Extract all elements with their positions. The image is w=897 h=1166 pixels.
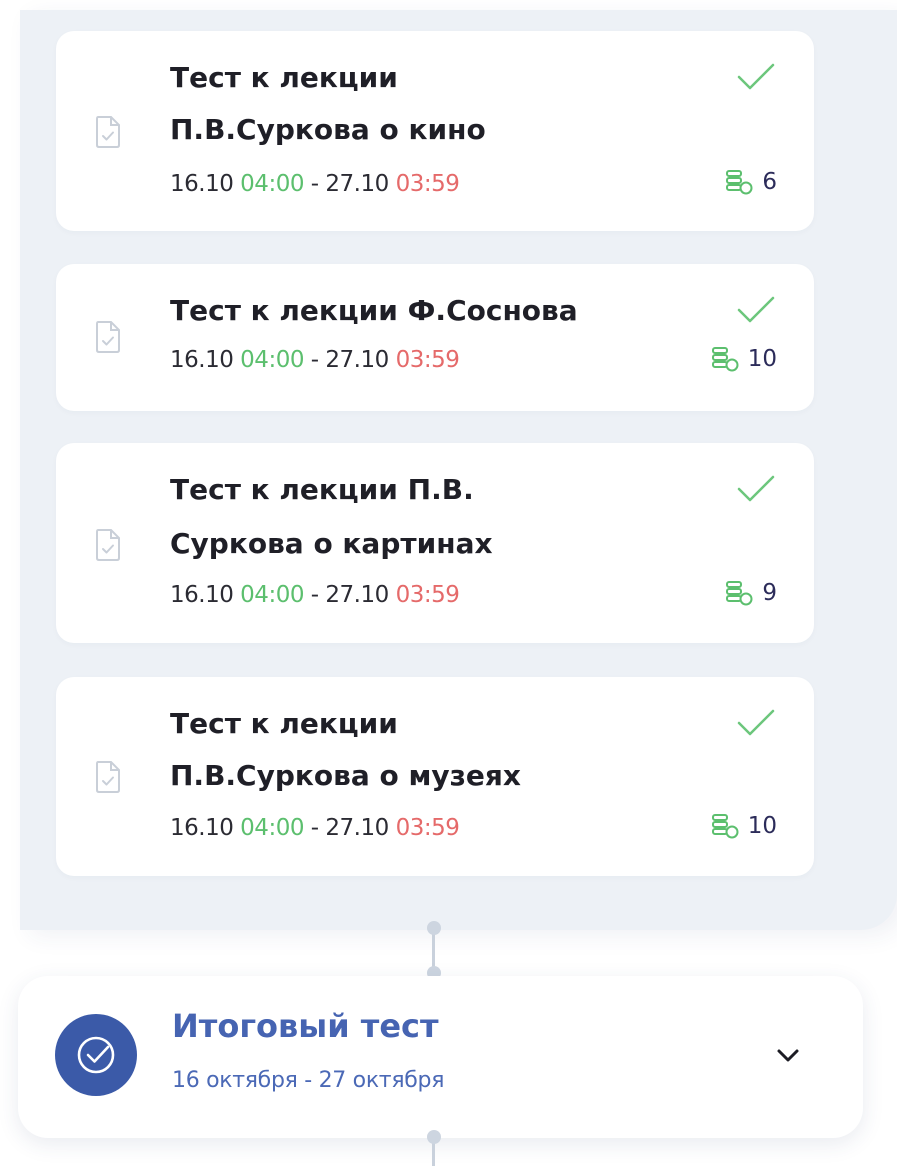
timeline-dot	[427, 921, 441, 935]
task-title: Суркова о картинах	[170, 527, 493, 560]
date-separator: -	[303, 815, 326, 841]
time-end: 03:59	[395, 171, 460, 197]
timeline-dot	[427, 1130, 441, 1144]
points-value: 10	[747, 346, 777, 372]
check-icon	[737, 296, 775, 323]
points-badge: 10	[710, 812, 777, 840]
final-test-dates: 16 октября - 27 октября	[172, 1068, 445, 1093]
date-start: 16.10	[170, 582, 234, 608]
final-test-card[interactable]	[18, 976, 863, 1138]
document-icon	[96, 116, 120, 148]
time-end: 03:59	[395, 582, 460, 608]
date-end: 27.10	[325, 171, 389, 197]
task-title: П.В.Суркова о музеях	[170, 759, 521, 792]
coins-icon	[711, 814, 739, 839]
time-end: 03:59	[395, 815, 460, 841]
time-start: 04:00	[240, 171, 304, 197]
task-dates: 16.10 04:00 - 27.10 03:59	[170, 582, 460, 608]
task-dates: 16.10 04:00 - 27.10 03:59	[170, 347, 460, 373]
date-end: 27.10	[325, 347, 389, 373]
document-icon	[96, 529, 120, 561]
check-icon	[737, 475, 775, 502]
final-test-title: Итоговый тест	[172, 1007, 439, 1045]
date-end: 27.10	[325, 582, 389, 608]
date-separator: -	[303, 582, 326, 608]
time-start: 04:00	[240, 347, 304, 373]
document-icon	[96, 761, 120, 793]
time-start: 04:00	[240, 815, 304, 841]
points-badge: 6	[724, 168, 777, 196]
date-start: 16.10	[170, 347, 234, 373]
coins-icon	[726, 581, 753, 606]
date-separator: -	[303, 347, 326, 373]
date-end: 27.10	[325, 815, 389, 841]
date-start: 16.10	[170, 171, 234, 197]
check-circle-icon	[77, 1036, 115, 1074]
task-title: Тест к лекции	[170, 707, 398, 740]
document-icon	[96, 321, 120, 353]
task-title: Тест к лекции П.В.	[170, 473, 474, 506]
task-dates: 16.10 04:00 - 27.10 03:59	[170, 815, 460, 841]
timeline-connector	[432, 1142, 435, 1166]
time-start: 04:00	[240, 582, 304, 608]
check-icon	[737, 63, 775, 90]
date-separator: -	[303, 171, 326, 197]
date-start: 16.10	[170, 815, 234, 841]
task-title: П.В.Суркова о кино	[170, 113, 486, 146]
check-icon	[737, 709, 775, 736]
task-dates: 16.10 04:00 - 27.10 03:59	[170, 171, 460, 197]
task-title: Тест к лекции Ф.Соснова	[170, 294, 578, 327]
time-end: 03:59	[395, 347, 460, 373]
points-badge: 9	[724, 579, 777, 607]
task-title: Тест к лекции	[170, 61, 398, 94]
points-value: 9	[762, 580, 777, 606]
points-value: 6	[762, 169, 777, 195]
points-value: 10	[747, 813, 777, 839]
chevron-down-icon[interactable]	[773, 1046, 803, 1066]
coins-icon	[726, 170, 753, 195]
final-test-badge	[55, 1014, 137, 1096]
coins-icon	[711, 347, 739, 372]
points-badge: 10	[710, 345, 777, 373]
